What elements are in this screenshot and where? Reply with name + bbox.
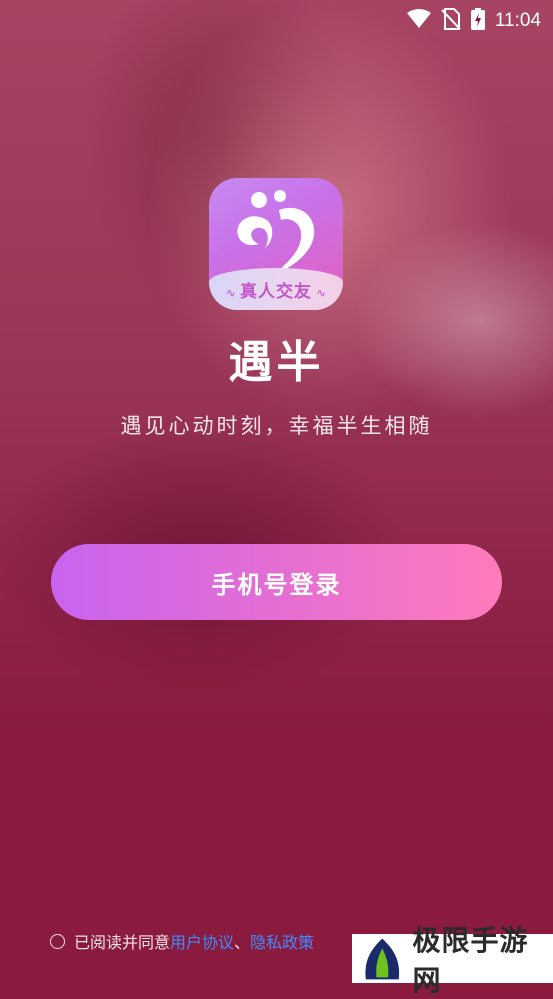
phone-login-button[interactable]: 手机号登录	[51, 544, 502, 620]
agreement-row: 已阅读并同意 用户协议 、 隐私政策	[50, 929, 314, 953]
watermark-text: 极限手游网	[412, 923, 529, 997]
no-sim-icon	[441, 8, 461, 34]
app-slogan: 遇见心动时刻，幸福半生相随	[120, 414, 433, 438]
agreement-prefix: 已阅读并同意	[74, 933, 171, 952]
status-time: 11:04	[494, 10, 541, 31]
user-agreement-link[interactable]: 用户协议	[170, 929, 234, 953]
battery-charging-icon	[470, 8, 485, 34]
background-photo	[0, 0, 553, 983]
watermark: 极限手游网	[352, 924, 553, 997]
wifi-icon	[406, 9, 431, 33]
agreement-separator: 、	[234, 933, 251, 952]
app-logo: ∿ 真人交友 ∿	[209, 178, 343, 310]
app-name: 遇半	[228, 337, 325, 388]
privacy-policy-link[interactable]: 隐私政策	[250, 929, 314, 953]
agree-radio[interactable]	[50, 933, 65, 949]
watermark-logo-icon	[365, 938, 400, 979]
logo-tag: 真人交友	[240, 282, 312, 302]
status-bar: 11:04	[0, 0, 553, 38]
